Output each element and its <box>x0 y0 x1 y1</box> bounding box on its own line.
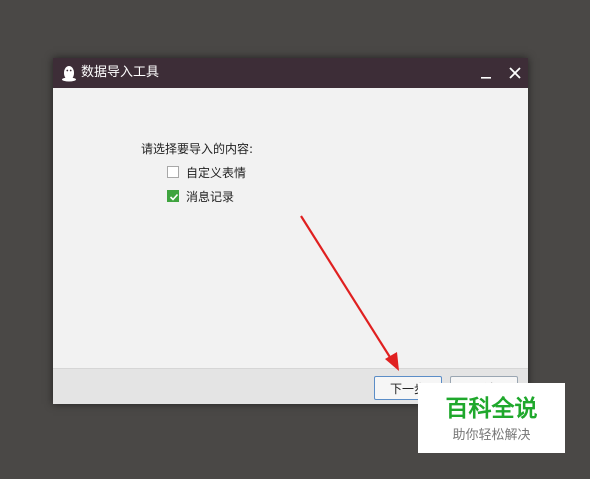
title-bar[interactable]: 数据导入工具 <box>53 58 528 88</box>
minimize-icon <box>481 77 491 79</box>
qq-penguin-icon <box>61 64 77 82</box>
watermark-badge: 百科全说 助你轻松解决 <box>418 383 565 453</box>
import-prompt: 请选择要导入的内容: <box>141 142 254 156</box>
data-import-dialog: 数据导入工具 请选择要导入的内容: 自定义表情 消息记录 下一步 <box>53 58 528 404</box>
close-icon <box>509 67 521 79</box>
option-label: 消息记录 <box>186 190 235 204</box>
checkbox-custom-emoji[interactable] <box>167 166 179 178</box>
minimize-button[interactable] <box>476 63 496 83</box>
window-title: 数据导入工具 <box>81 65 160 80</box>
watermark-subtitle: 助你轻松解决 <box>452 428 531 443</box>
close-button[interactable] <box>505 63 525 83</box>
checkbox-message-history[interactable] <box>167 190 179 202</box>
watermark-title: 百科全说 <box>445 396 538 422</box>
option-label: 自定义表情 <box>186 166 247 180</box>
checkmark-icon <box>169 193 179 201</box>
dialog-body: 请选择要导入的内容: 自定义表情 消息记录 <box>53 88 528 368</box>
